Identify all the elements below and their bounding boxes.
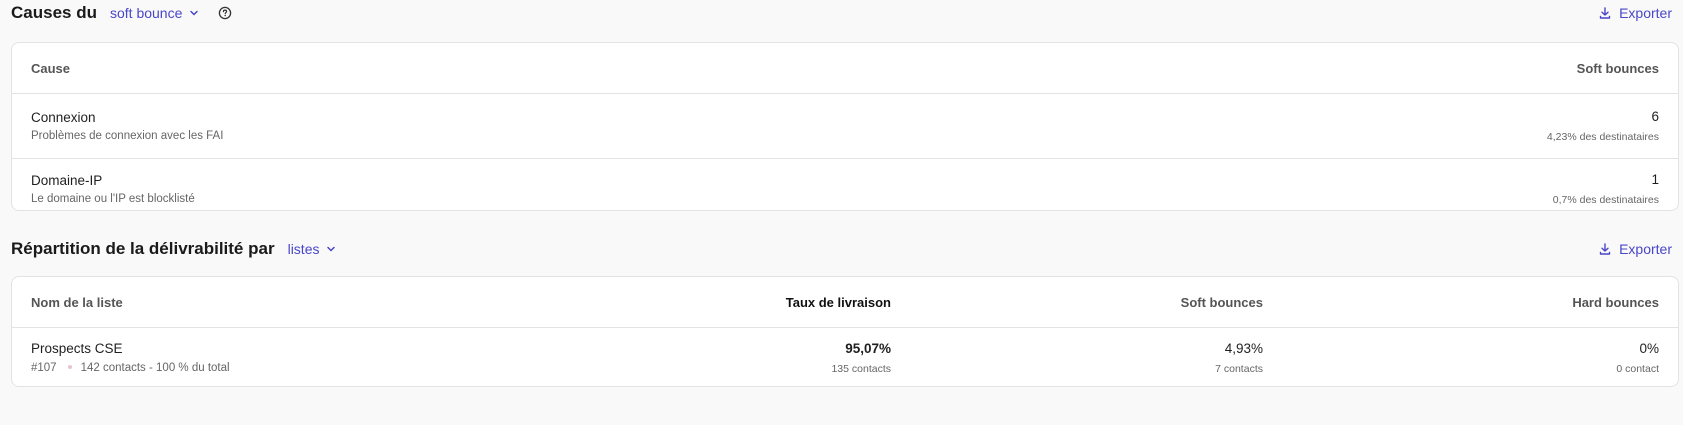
soft-bounce-contacts: 7 contacts [1215, 362, 1263, 375]
repartition-header: Répartition de la délivrabilité par list… [11, 239, 1672, 259]
cause-count: 6 [1651, 109, 1659, 124]
table-row: Domaine-IP Le domaine ou l'IP est blockl… [12, 158, 1678, 210]
list-contacts-info: 142 contacts - 100 % du total [80, 362, 230, 374]
cause-description: Le domaine ou l'IP est blocklisté [31, 192, 195, 205]
download-icon [1599, 243, 1611, 255]
col-cause-header: Cause [31, 60, 71, 76]
repartition-title: Répartition de la délivrabilité par [11, 239, 275, 258]
bounce-type-dropdown-label: soft bounce [109, 5, 183, 21]
causes-table: Cause Soft bounces Connexion Problèmes d… [11, 42, 1679, 211]
table-header: Cause Soft bounces [12, 43, 1678, 93]
chevron-down-icon [190, 10, 199, 16]
export-repartition-label: Exporter [1619, 241, 1672, 257]
delivery-rate-contacts: 135 contacts [831, 362, 891, 375]
export-causes-label: Exporter [1619, 5, 1672, 21]
soft-bounce-value: 4,93% [1224, 340, 1263, 356]
separator-dot [67, 364, 72, 369]
table-row: Prospects CSE #107 142 contacts - 100 % d… [12, 327, 1678, 386]
causes-header: Causes du soft bounce Exporter [11, 3, 1672, 23]
cause-description: Problèmes de connexion avec les FAI [31, 130, 224, 142]
cause-percentage: 0,7% des destinataires [1552, 193, 1659, 206]
col-hard-bounces-header[interactable]: Hard bounces [1263, 295, 1659, 310]
list-id: #107 [31, 362, 57, 374]
grouping-dropdown[interactable]: listes [288, 241, 338, 257]
chevron-down-icon [327, 246, 336, 252]
cause-name: Connexion [31, 110, 96, 125]
hard-bounce-value: 0% [1639, 340, 1659, 356]
download-icon [1599, 7, 1611, 19]
export-causes-button[interactable]: Exporter [1598, 5, 1672, 21]
cause-percentage: 4,23% des destinataires [1546, 131, 1659, 143]
cause-count: 1 [1651, 171, 1659, 187]
table-header: Nom de la liste Taux de livraison Soft b… [12, 277, 1678, 327]
bounce-type-dropdown[interactable]: soft bounce [110, 5, 200, 21]
cause-name: Domaine-IP [31, 172, 103, 188]
grouping-dropdown-label: listes [287, 241, 320, 257]
list-meta: #107 142 contacts - 100 % du total [31, 362, 431, 374]
col-soft-bounces-header[interactable]: Soft bounces [891, 295, 1263, 310]
export-repartition-button[interactable]: Exporter [1598, 241, 1672, 257]
col-list-name-header: Nom de la liste [31, 294, 123, 310]
list-name: Prospects CSE [31, 341, 123, 356]
causes-title: Causes du [11, 3, 97, 22]
table-row: Connexion Problèmes de connexion avec le… [12, 93, 1678, 158]
repartition-table: Nom de la liste Taux de livraison Soft b… [11, 276, 1679, 387]
delivery-rate-value: 95,07% [845, 340, 891, 356]
col-delivery-rate-header[interactable]: Taux de livraison [431, 295, 891, 310]
col-soft-bounces-header: Soft bounces [1576, 60, 1659, 76]
hard-bounce-contacts: 0 contact [1616, 362, 1659, 375]
help-icon[interactable] [218, 6, 232, 20]
